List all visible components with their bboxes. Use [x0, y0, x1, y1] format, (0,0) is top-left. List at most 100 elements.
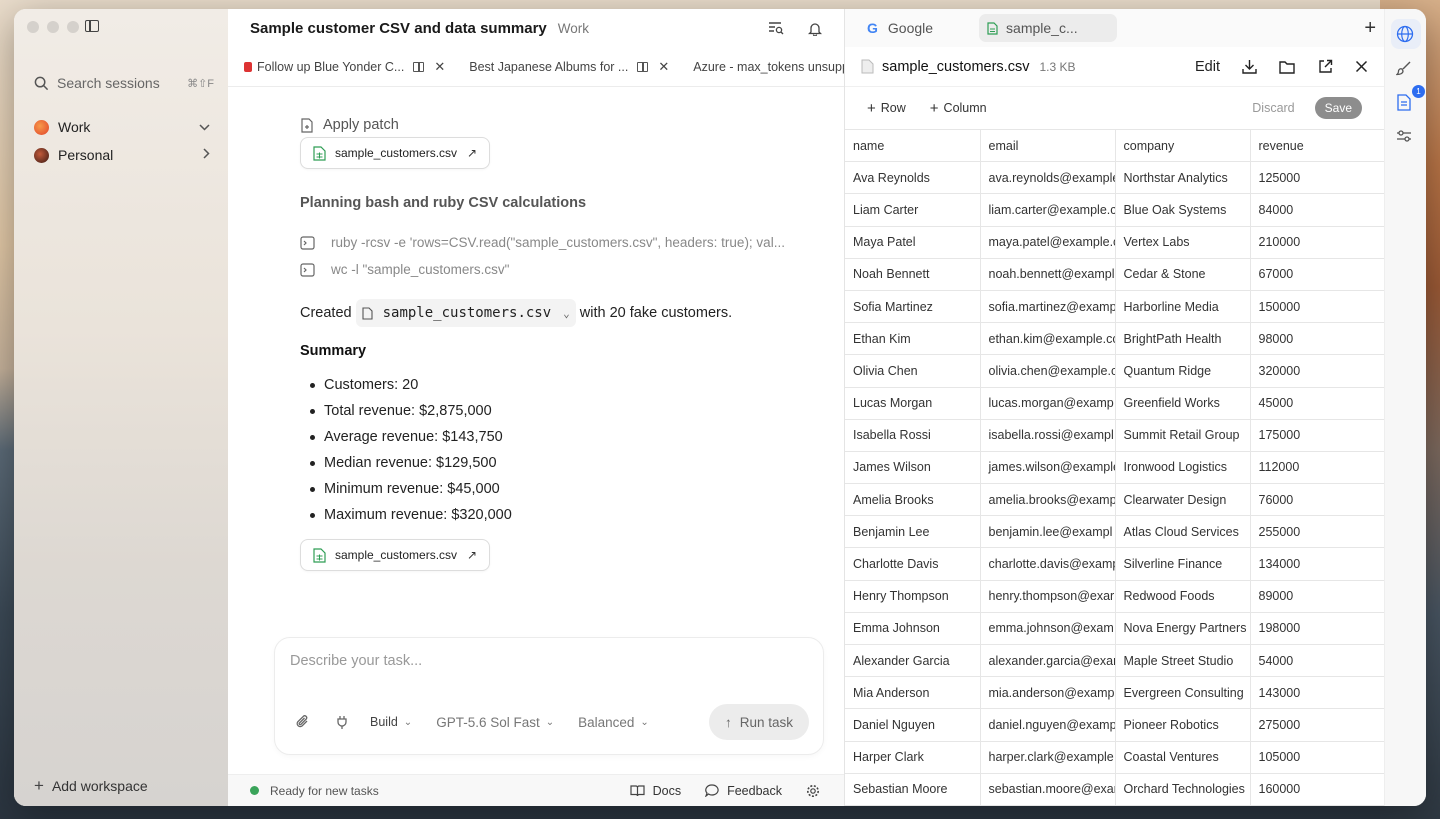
chevron-down-icon[interactable]: ⌄	[563, 307, 570, 320]
close-icon[interactable]	[1355, 60, 1368, 73]
table-cell[interactable]: maya.patel@example.c	[979, 225, 1116, 259]
zoom-window-button[interactable]	[67, 21, 79, 33]
split-view-icon[interactable]	[413, 61, 425, 72]
table-cell[interactable]: Ironwood Logistics	[1114, 450, 1251, 485]
settings-button[interactable]	[806, 784, 828, 798]
new-tab-button[interactable]: +	[1364, 17, 1376, 40]
table-cell[interactable]: 210000	[1249, 225, 1386, 259]
chevron-right-icon[interactable]	[203, 148, 210, 162]
table-cell[interactable]: benjamin.lee@exampl	[979, 515, 1116, 549]
table-cell[interactable]: 320000	[1249, 354, 1386, 388]
session-tab[interactable]: Azure - max_tokens unsupp...	[693, 60, 844, 74]
sidebar-toggle-icon[interactable]	[85, 20, 99, 32]
table-cell[interactable]: daniel.nguyen@examp	[979, 708, 1116, 742]
table-cell[interactable]: alexander.garcia@exar	[979, 643, 1116, 678]
plug-icon[interactable]	[336, 715, 348, 730]
table-cell[interactable]: ethan.kim@example.cc	[979, 322, 1116, 356]
table-cell[interactable]: Vertex Labs	[1114, 225, 1251, 259]
table-cell[interactable]: Atlas Cloud Services	[1114, 515, 1251, 549]
table-cell[interactable]: ava.reynolds@example	[979, 161, 1116, 195]
run-task-button[interactable]: ↑ Run task	[708, 704, 809, 740]
bell-icon[interactable]	[808, 21, 822, 36]
table-cell[interactable]: Nova Energy Partners	[1114, 611, 1251, 646]
session-tab[interactable]: Best Japanese Albums for ... ✕	[469, 59, 669, 75]
column-header[interactable]: email	[979, 128, 1116, 163]
discard-button[interactable]: Discard	[1252, 101, 1294, 115]
column-header[interactable]: revenue	[1249, 128, 1386, 163]
edit-button[interactable]: Edit	[1195, 59, 1220, 75]
table-cell[interactable]: Quantum Ridge	[1114, 354, 1251, 388]
minimize-window-button[interactable]	[47, 21, 59, 33]
table-cell[interactable]: Coastal Ventures	[1114, 740, 1251, 774]
column-header[interactable]: name	[845, 128, 981, 163]
table-cell[interactable]: Alexander Garcia	[845, 643, 981, 678]
table-cell[interactable]: 134000	[1249, 547, 1386, 581]
table-cell[interactable]: Summit Retail Group	[1114, 418, 1251, 452]
close-tab-icon[interactable]: ✕	[658, 59, 669, 75]
table-cell[interactable]: noah.bennett@exampl	[979, 257, 1116, 291]
column-header[interactable]: company	[1114, 128, 1251, 163]
table-cell[interactable]: Emma Johnson	[845, 611, 981, 646]
globe-icon[interactable]	[1396, 25, 1414, 43]
workspace-work[interactable]: Work	[34, 119, 210, 135]
table-cell[interactable]: 67000	[1249, 257, 1386, 291]
table-cell[interactable]: 143000	[1249, 676, 1386, 710]
task-input[interactable]: Describe your task...	[290, 653, 422, 669]
feedback-link[interactable]: Feedback	[705, 784, 782, 798]
table-cell[interactable]: james.wilson@example	[979, 450, 1116, 485]
table-cell[interactable]: 198000	[1249, 611, 1386, 646]
table-cell[interactable]: mia.anderson@examp	[979, 676, 1116, 710]
created-file-chip[interactable]: sample_customers.csv ⌄	[355, 299, 576, 327]
open-external-icon[interactable]	[1318, 59, 1333, 74]
table-cell[interactable]: 112000	[1249, 450, 1386, 485]
table-cell[interactable]: Olivia Chen	[845, 354, 981, 388]
command-step[interactable]: wc -l "sample_customers.csv"	[300, 262, 509, 277]
table-cell[interactable]: Evergreen Consulting	[1114, 676, 1251, 710]
table-cell[interactable]: 150000	[1249, 289, 1386, 324]
table-cell[interactable]: Maya Patel	[845, 225, 981, 259]
table-cell[interactable]: henry.thompson@exar	[979, 579, 1116, 613]
docs-link[interactable]: Docs	[630, 784, 681, 798]
table-cell[interactable]: isabella.rossi@exampl	[979, 418, 1116, 452]
table-cell[interactable]: 84000	[1249, 193, 1386, 227]
file-chip[interactable]: sample_customers.csv ↗	[300, 137, 491, 169]
table-cell[interactable]: Charlotte Davis	[845, 547, 981, 581]
table-cell[interactable]: Lucas Morgan	[845, 386, 981, 420]
table-cell[interactable]: harper.clark@example	[979, 740, 1116, 774]
table-cell[interactable]: BrightPath Health	[1114, 322, 1251, 356]
mode-select[interactable]: Build ⌄	[370, 715, 412, 729]
search-list-icon[interactable]	[768, 21, 784, 35]
table-cell[interactable]: Harper Clark	[845, 740, 981, 774]
table-cell[interactable]: charlotte.davis@examp	[979, 547, 1116, 581]
workspace-personal[interactable]: Personal	[34, 147, 210, 163]
table-cell[interactable]: 89000	[1249, 579, 1386, 613]
table-cell[interactable]: Ava Reynolds	[845, 161, 981, 195]
table-cell[interactable]: 275000	[1249, 708, 1386, 742]
table-cell[interactable]: Mia Anderson	[845, 676, 981, 710]
close-window-button[interactable]	[27, 21, 39, 33]
brush-icon[interactable]	[1396, 60, 1412, 76]
table-cell[interactable]: Greenfield Works	[1114, 386, 1251, 420]
table-cell[interactable]: lucas.morgan@examp	[979, 386, 1116, 420]
table-cell[interactable]: 255000	[1249, 515, 1386, 549]
table-cell[interactable]: Redwood Foods	[1114, 579, 1251, 613]
table-cell[interactable]: Liam Carter	[845, 193, 981, 227]
table-cell[interactable]: Silverline Finance	[1114, 547, 1251, 581]
table-cell[interactable]: Northstar Analytics	[1114, 161, 1251, 195]
add-row-button[interactable]: + Row	[867, 100, 906, 117]
table-cell[interactable]: Blue Oak Systems	[1114, 193, 1251, 227]
table-cell[interactable]: 105000	[1249, 740, 1386, 774]
table-cell[interactable]: Pioneer Robotics	[1114, 708, 1251, 742]
table-cell[interactable]: olivia.chen@example.c	[979, 354, 1116, 388]
table-cell[interactable]: Orchard Technologies	[1114, 772, 1251, 806]
table-cell[interactable]: 98000	[1249, 322, 1386, 356]
table-cell[interactable]: sofia.martinez@examp	[979, 289, 1116, 324]
table-cell[interactable]: Daniel Nguyen	[845, 708, 981, 742]
table-cell[interactable]: 54000	[1249, 643, 1386, 678]
close-tab-icon[interactable]: ✕	[434, 59, 445, 75]
table-cell[interactable]: Sofia Martinez	[845, 289, 981, 324]
table-cell[interactable]: liam.carter@example.c	[979, 193, 1116, 227]
table-cell[interactable]: Cedar & Stone	[1114, 257, 1251, 291]
table-cell[interactable]: Maple Street Studio	[1114, 643, 1251, 678]
table-cell[interactable]: Harborline Media	[1114, 289, 1251, 324]
